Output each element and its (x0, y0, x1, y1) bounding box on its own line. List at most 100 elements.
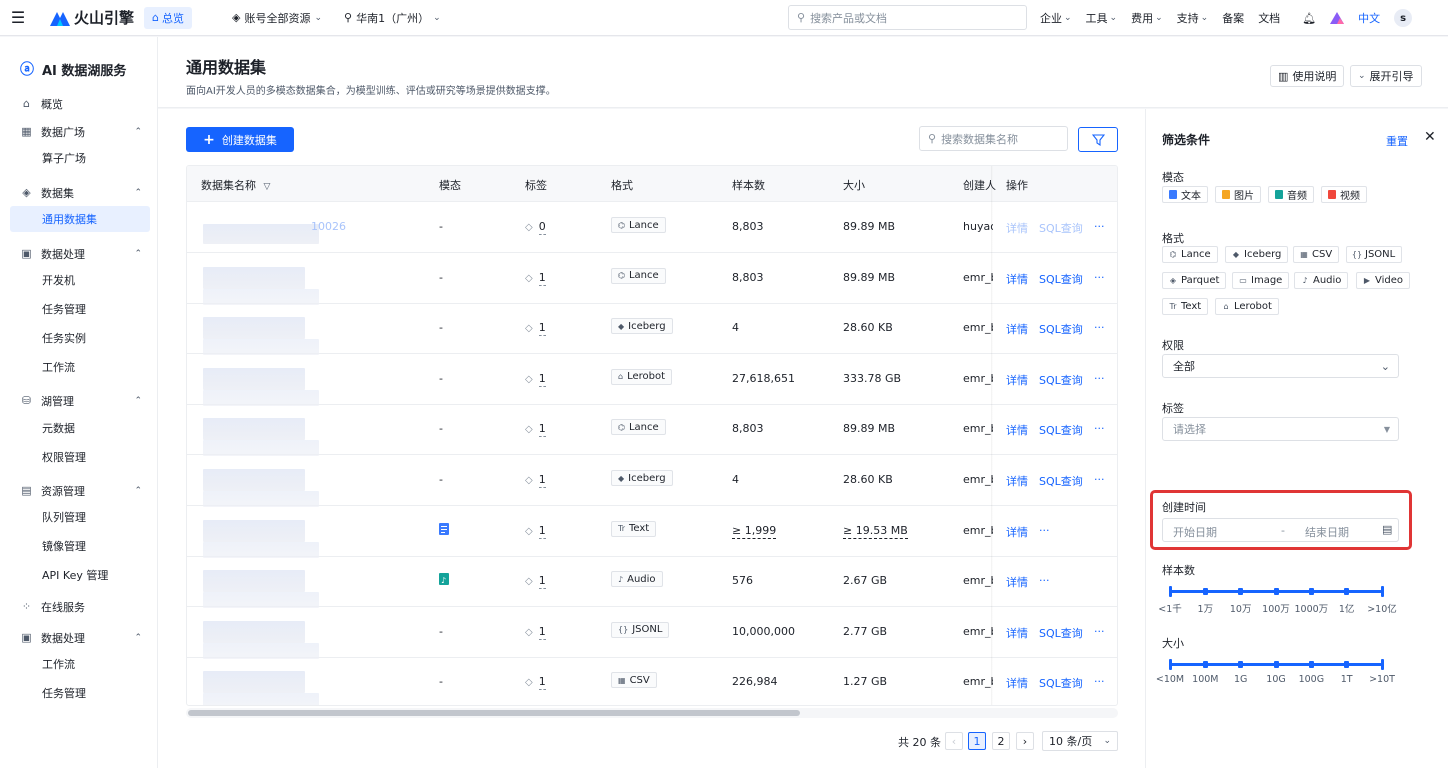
more-actions-icon[interactable]: ··· (1094, 625, 1105, 638)
sidebar-item-api-keys[interactable]: API Key 管理 (10, 562, 150, 588)
ai-assistant-icon[interactable] (1330, 12, 1345, 24)
format-chip-iceberg[interactable]: ◆ Iceberg (1225, 246, 1289, 263)
detail-link[interactable]: 详情 (1006, 524, 1028, 540)
menu-docs[interactable]: 文档 (1258, 10, 1280, 26)
more-actions-icon[interactable]: ··· (1094, 271, 1105, 284)
menu-icon[interactable]: ☰ (0, 0, 36, 36)
sql-query-link[interactable]: SQL查询 (1039, 625, 1083, 641)
format-chip-audio[interactable]: ♪ Audio (1294, 272, 1349, 289)
table-row[interactable]: ♪◇1♪Audio5762.67 GBemr_b详情··· (187, 556, 1117, 609)
account-scope-select[interactable]: ◈ 账号全部资源 ⌄ (232, 10, 322, 26)
more-actions-icon[interactable]: ··· (1094, 473, 1105, 486)
table-row[interactable]: -◇1⌬Lance8,80389.89 MBemr_b详情SQL查询··· (187, 404, 1117, 457)
detail-link[interactable]: 详情 (1006, 321, 1028, 337)
table-row[interactable]: -◇1◆Iceberg428.60 KBemr_b详情SQL查询··· (187, 303, 1117, 356)
sql-query-link[interactable]: SQL查询 (1039, 422, 1083, 438)
more-actions-icon[interactable]: ··· (1094, 321, 1105, 334)
format-chip-lerobot[interactable]: ⌂ Lerobot (1215, 298, 1279, 315)
sidebar-item-workflow-2[interactable]: 工作流 (10, 651, 150, 677)
create-dataset-button[interactable]: + 创建数据集 (186, 127, 294, 152)
detail-link[interactable]: 详情 (1006, 372, 1028, 388)
page-button-2[interactable]: 2 (992, 732, 1010, 750)
reset-filters-link[interactable]: 重置 (1386, 133, 1408, 149)
sql-query-link[interactable]: SQL查询 (1039, 473, 1083, 489)
tags-cell[interactable]: ◇ 1 (525, 422, 546, 438)
samples-slider[interactable] (1168, 586, 1384, 597)
format-chip-parquet[interactable]: ◈ Parquet (1162, 272, 1227, 289)
tags-cell[interactable]: ◇ 1 (525, 574, 546, 590)
detail-link[interactable]: 详情 (1006, 675, 1028, 691)
table-row[interactable]: -◇1⌂Lerobot27,618,651333.78 GBemr_b详情SQL… (187, 354, 1117, 406)
dataset-name-suffix[interactable]: 10026 (311, 220, 346, 233)
permission-select[interactable]: 全部 ⌄ (1162, 354, 1399, 378)
modality-chip-video[interactable]: 视频 (1321, 186, 1367, 203)
sidebar-item-metadata[interactable]: 元数据 (10, 415, 150, 441)
created-date-range[interactable]: 开始日期 - 结束日期 ▤ (1162, 518, 1399, 542)
more-actions-icon[interactable]: ··· (1094, 372, 1105, 385)
sidebar-item-images[interactable]: 镜像管理 (10, 533, 150, 559)
modality-chip-text[interactable]: 文本 (1162, 186, 1208, 203)
more-actions-icon[interactable]: ··· (1039, 524, 1050, 537)
sql-query-link[interactable]: SQL查询 (1039, 675, 1083, 691)
sidebar-group-datasets[interactable]: ◈ 数据集 ⌃ (0, 178, 158, 207)
sql-query-link[interactable]: SQL查询 (1039, 372, 1083, 388)
format-chip-video[interactable]: ▶ Video (1356, 272, 1411, 289)
page-size-select[interactable]: 10 条/页 ⌄ (1042, 731, 1118, 751)
sidebar-group-data-processing-2[interactable]: ▣ 数据处理 ⌃ (0, 623, 158, 652)
table-row[interactable]: -◇1⌬Lance8,80389.89 MBemr_b详情SQL查询··· (187, 253, 1117, 305)
sidebar-item-general-datasets[interactable]: 通用数据集 (10, 206, 150, 232)
sql-query-link[interactable]: SQL查询 (1039, 321, 1083, 337)
tags-cell[interactable]: ◇ 0 (525, 220, 546, 235)
sidebar-group-lake-management[interactable]: ⛁ 湖管理 ⌃ (0, 386, 158, 415)
start-date-input[interactable]: 开始日期 (1173, 524, 1217, 540)
tags-cell[interactable]: ◇ 1 (525, 371, 546, 387)
sidebar-item-permissions[interactable]: 权限管理 (10, 444, 150, 470)
format-chip-image[interactable]: ▭ Image (1232, 272, 1290, 289)
home-button[interactable]: ⌂ 总览 (144, 6, 192, 29)
help-button[interactable]: ▥ 使用说明 (1270, 65, 1345, 87)
horizontal-scrollbar[interactable] (186, 708, 1118, 718)
size-slider[interactable] (1168, 659, 1384, 670)
table-row[interactable]: ◇1TrText≥ 1,999≥ 19.53 MBemr_b详情··· (187, 506, 1117, 558)
column-header-name[interactable]: 数据集名称 ▽ (201, 177, 270, 193)
region-select[interactable]: ⚲ 华南1（广州） ⌄ (344, 10, 441, 26)
sidebar-item-workflow[interactable]: 工作流 (10, 354, 150, 380)
tags-cell[interactable]: ◇ 1 (525, 321, 546, 337)
menu-filing[interactable]: 备案 (1222, 10, 1244, 26)
user-avatar[interactable]: s (1394, 9, 1413, 27)
detail-link[interactable]: 详情 (1006, 625, 1028, 641)
tags-cell[interactable]: ◇ 1 (525, 523, 546, 539)
sidebar-item-task-management[interactable]: 任务管理 (10, 296, 150, 322)
detail-link[interactable]: 详情 (1006, 220, 1028, 236)
table-row[interactable]: 10026-◇0⌬Lance8,80389.89 MBhuyao详情SQL查询·… (187, 202, 1117, 253)
page-button-1[interactable]: 1 (968, 732, 986, 750)
sidebar-group-data-square[interactable]: ▦ 数据广场 ⌃ (0, 117, 158, 146)
prev-page-button[interactable]: ‹ (945, 732, 963, 750)
detail-link[interactable]: 详情 (1006, 473, 1028, 489)
bell-icon[interactable]: 🔔︎ (1302, 12, 1316, 25)
menu-support[interactable]: 支持 ⌄ (1177, 10, 1209, 26)
sidebar-group-online-services[interactable]: ⁘ 在线服务 (0, 592, 158, 621)
filter-button[interactable] (1078, 127, 1118, 152)
filter-icon[interactable]: ▽ (264, 182, 271, 192)
detail-link[interactable]: 详情 (1006, 574, 1028, 590)
next-page-button[interactable]: › (1016, 732, 1034, 750)
sql-query-link[interactable]: SQL查询 (1039, 220, 1083, 236)
table-row[interactable]: -◇1◆Iceberg428.60 KBemr_b详情SQL查询··· (187, 455, 1117, 507)
close-icon[interactable]: ✕ (1424, 129, 1436, 145)
table-row[interactable]: -◇1▦CSV226,9841.27 GBemr_b详情SQL查询··· (187, 657, 1117, 705)
sidebar-item-task-management-2[interactable]: 任务管理 (10, 680, 150, 706)
slider-handle[interactable] (1380, 659, 1384, 670)
format-chip-csv[interactable]: ▦ CSV (1293, 246, 1340, 263)
tags-cell[interactable]: ◇ 1 (525, 270, 546, 286)
table-row[interactable]: -◇1{}JSONL10,000,0002.77 GBemr_b详情SQL查询·… (187, 607, 1117, 659)
format-chip-jsonl[interactable]: {} JSONL (1346, 246, 1403, 263)
menu-billing[interactable]: 费用 ⌄ (1131, 10, 1163, 26)
tags-cell[interactable]: ◇ 1 (525, 624, 546, 640)
sidebar-item-overview[interactable]: ⌂ 概览 (0, 89, 158, 118)
slider-handle[interactable] (1168, 659, 1172, 670)
brand-logo[interactable]: 火山引擎 (50, 7, 134, 28)
format-chip-lance[interactable]: ⌬ Lance (1162, 246, 1218, 263)
tags-cell[interactable]: ◇ 1 (525, 473, 546, 488)
sidebar-item-dev-machine[interactable]: 开发机 (10, 267, 150, 293)
